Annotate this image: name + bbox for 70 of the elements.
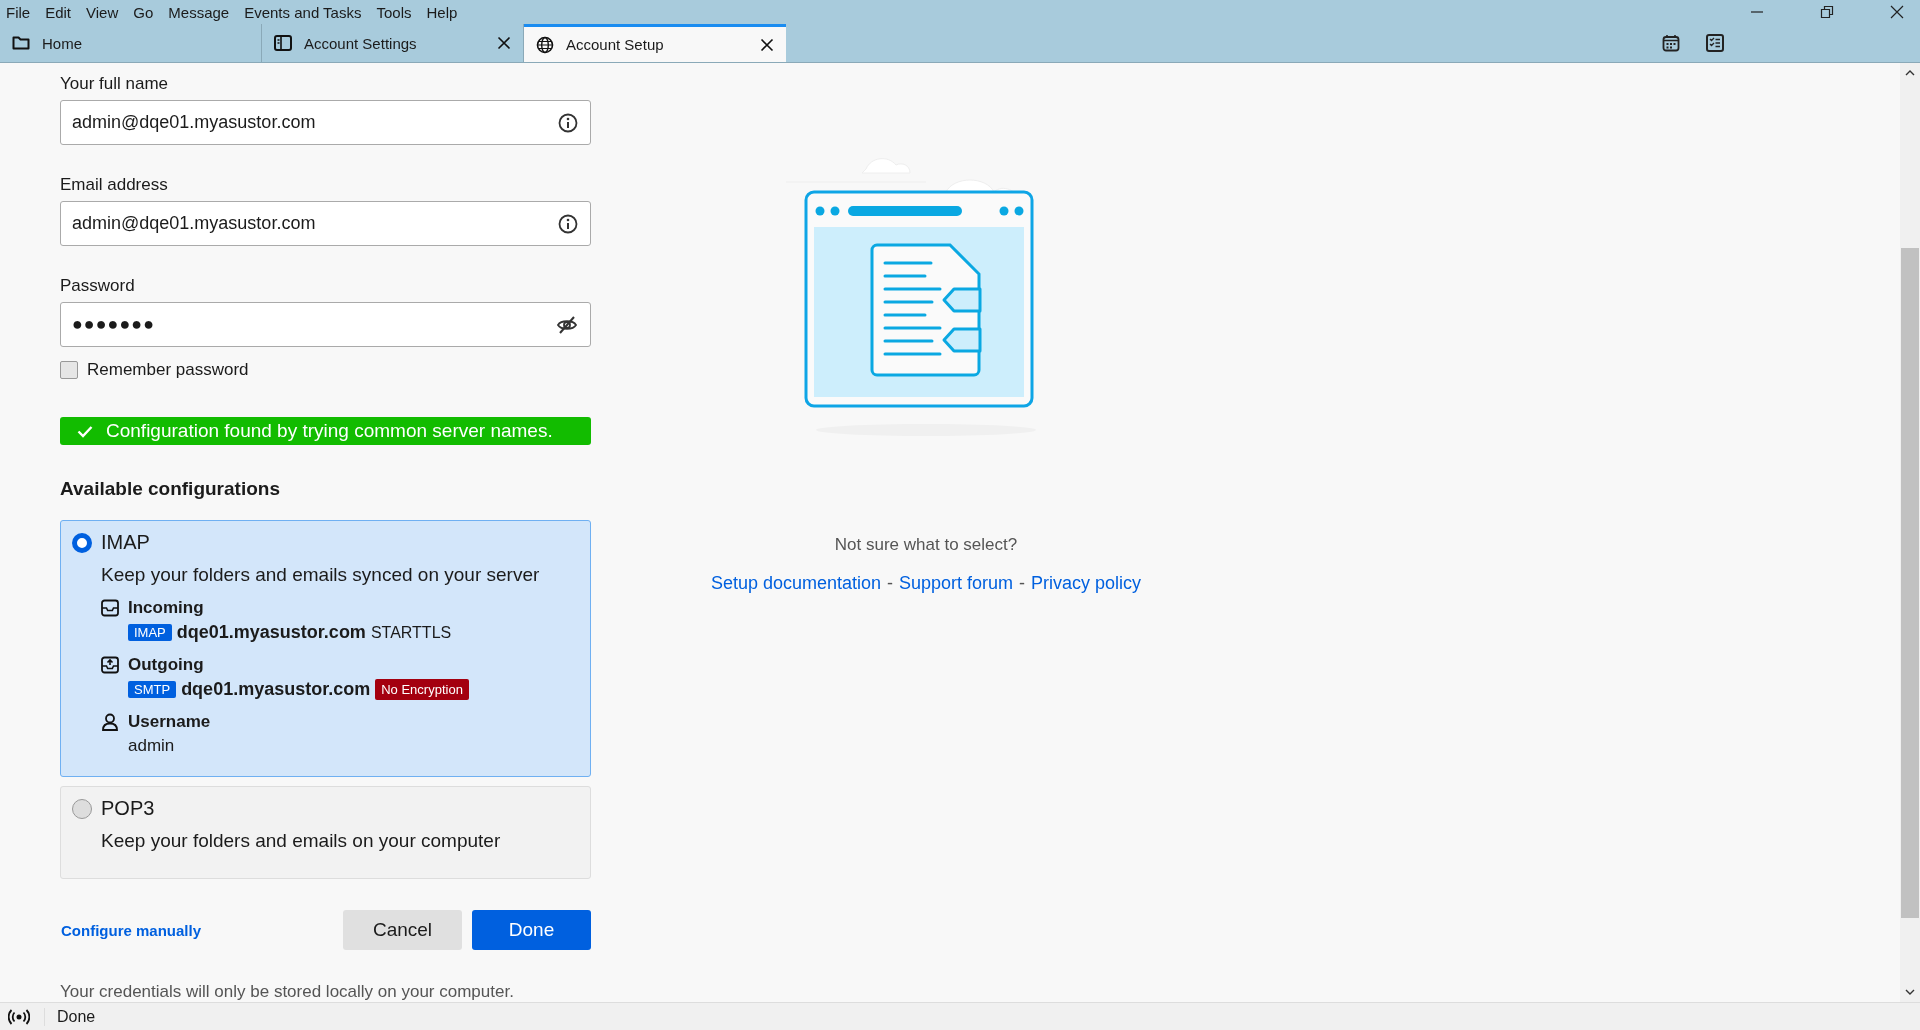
menu-item[interactable]: Edit	[45, 3, 72, 21]
calendar-icon[interactable]	[1662, 34, 1680, 52]
scrollbar[interactable]	[1900, 63, 1920, 1002]
protocol-tag: IMAP	[128, 624, 172, 641]
configuration-option[interactable]: IMAP Keep your folders and emails synced on your server Incoming IMAP dqe01.myasustor.com STARTTLS Outgoing SMTP dqe01.myasustor.com No Encryption Username admin	[60, 520, 591, 777]
input-field[interactable]: admin@dqe01.myasustor.com	[60, 201, 591, 246]
scrollbar-thumb[interactable]	[1901, 247, 1919, 918]
online-status-icon[interactable]	[8, 1008, 30, 1025]
outbox-icon	[101, 656, 119, 674]
radio-button[interactable]	[72, 798, 92, 819]
menu-item[interactable]: View	[86, 3, 119, 21]
restore-icon[interactable]	[1820, 5, 1834, 19]
input-field[interactable]: admin@dqe01.myasustor.com	[60, 100, 591, 145]
inbox-icon	[101, 599, 119, 617]
tab[interactable]: Account Setup	[524, 24, 786, 62]
menu-item[interactable]: Events and Tasks	[244, 3, 362, 21]
checkmark-icon	[77, 424, 93, 438]
info-icon[interactable]	[558, 213, 578, 234]
folder-icon	[12, 35, 30, 51]
book-icon	[274, 35, 292, 51]
field-label: Your full name	[60, 74, 170, 94]
tab-close-icon[interactable]	[497, 36, 511, 50]
done-button[interactable]: Done	[472, 910, 591, 950]
section-heading: Available configurations	[60, 478, 281, 500]
option-description: Keep your folders and emails on your computer	[101, 830, 502, 852]
menu-item[interactable]: Message	[168, 3, 230, 21]
close-icon[interactable]	[1890, 5, 1904, 19]
menu-item[interactable]: Help	[426, 3, 458, 21]
help-link[interactable]: Privacy policy	[1031, 573, 1142, 594]
user-icon	[101, 713, 119, 731]
help-link[interactable]: Support forum	[899, 573, 1014, 594]
protocol-tag: SMTP	[128, 681, 177, 698]
detail-label: Incoming	[128, 598, 204, 618]
link-separator: -	[1019, 573, 1026, 594]
server-host: dqe01.myasustor.com	[176, 622, 366, 643]
footer-note: Your credentials will only be stored locally on your computer.	[60, 982, 515, 1002]
tasks-icon[interactable]	[1706, 34, 1724, 52]
menu-item[interactable]: Go	[133, 3, 154, 21]
menu-item[interactable]: Tools	[376, 3, 412, 21]
username-value: admin	[128, 736, 175, 756]
option-title: IMAP	[101, 531, 150, 554]
menu-item[interactable]: File	[6, 3, 31, 21]
info-icon[interactable]	[558, 112, 578, 133]
globe-icon	[536, 35, 554, 54]
radio-button[interactable]	[72, 532, 92, 553]
field-label: Password	[60, 276, 136, 296]
field-label: Email address	[60, 175, 169, 195]
cancel-button[interactable]: Cancel	[343, 910, 462, 950]
input-field[interactable]: ●●●●●●●	[60, 302, 591, 347]
checkbox-label[interactable]: Remember password	[87, 360, 249, 380]
link-separator: -	[887, 573, 893, 594]
tab[interactable]: Home	[0, 24, 262, 62]
help-link[interactable]: Setup documentation	[710, 573, 881, 594]
security-label: STARTTLS	[370, 623, 452, 642]
status-text: Done	[44, 1007, 96, 1026]
tab-close-icon[interactable]	[760, 37, 774, 52]
option-title: POP3	[101, 797, 155, 820]
server-host: dqe01.myasustor.com	[181, 679, 371, 700]
checkbox[interactable]	[60, 361, 78, 379]
help-question: Not sure what to select?	[834, 535, 1018, 555]
option-description: Keep your folders and emails synced on your server	[101, 564, 541, 586]
detail-label: Username	[128, 712, 211, 732]
configure-manually-link[interactable]: Configure manually	[61, 921, 202, 939]
configuration-option[interactable]: POP3 Keep your folders and emails on your computer	[60, 786, 591, 879]
hidden-eye-icon[interactable]	[556, 314, 578, 335]
scroll-up-icon[interactable]	[1905, 69, 1915, 77]
detail-label: Outgoing	[128, 655, 204, 675]
scroll-down-icon[interactable]	[1905, 988, 1915, 996]
security-label: No Encryption	[375, 679, 469, 700]
banner-text: Configuration found by trying common server names.	[106, 420, 553, 442]
